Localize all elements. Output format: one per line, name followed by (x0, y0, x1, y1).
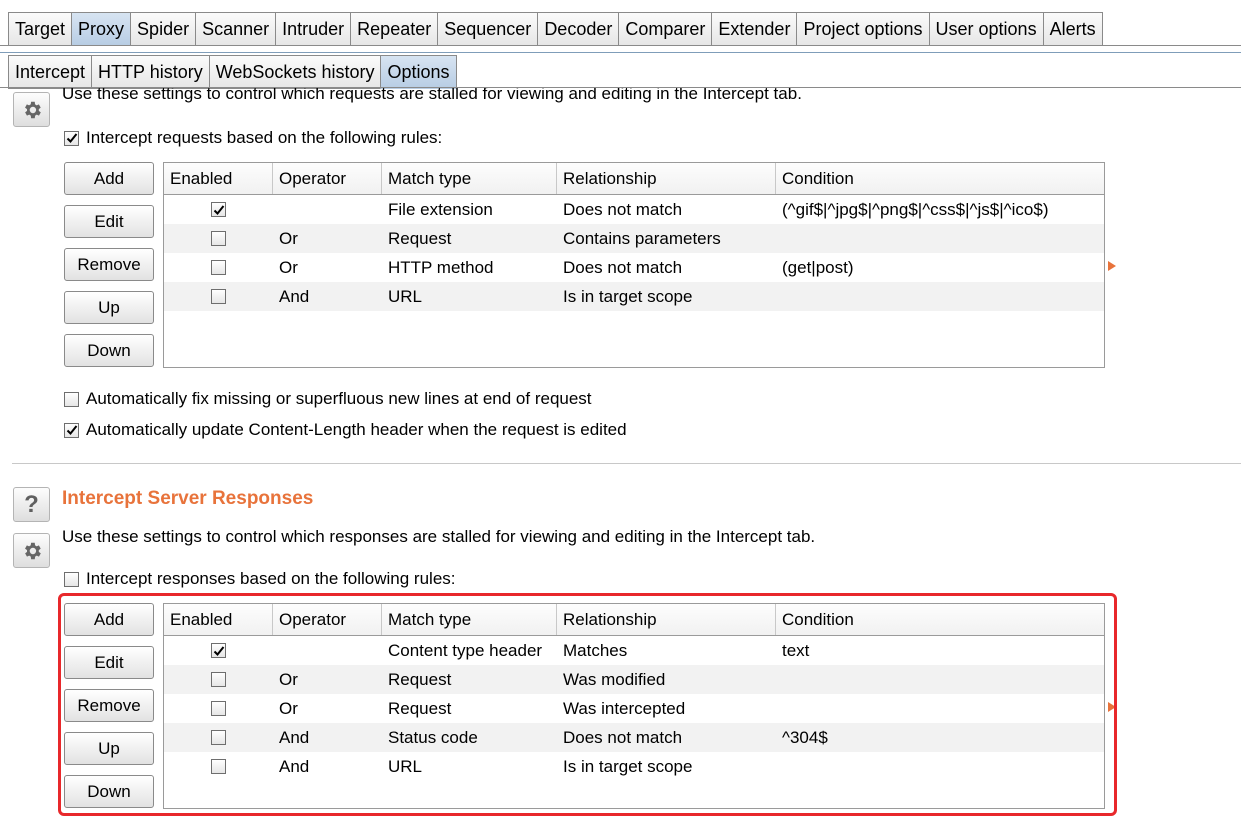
table-row[interactable]: And URL Is in target scope (164, 282, 1104, 311)
proxy-sub-tab-bar: Intercept HTTP history WebSockets history O… (0, 52, 1241, 89)
main-tab-row: Target Proxy Spider Scanner Intruder Repeater… (8, 12, 1103, 46)
responses-section-title: Intercept Server Responses (62, 488, 314, 509)
column-header[interactable]: Condition (776, 163, 1104, 194)
rule-relationship-cell: Does not match (563, 257, 683, 277)
up-request-rule-button[interactable]: Up (64, 291, 154, 324)
checkbox-icon[interactable] (64, 422, 79, 438)
table-header: Enabled Operator Match type Relationship Con… (164, 163, 1104, 195)
tab-repeater[interactable]: Repeater (350, 12, 438, 46)
remove-request-rule-button[interactable]: Remove (64, 248, 154, 281)
intercept-responses-checkbox[interactable]: Intercept responses based on the followi… (64, 569, 456, 589)
checkbox-icon[interactable] (64, 571, 79, 587)
column-header[interactable]: Enabled (164, 163, 273, 194)
main-tab-bar: Target Proxy Spider Scanner Intruder Repeater… (0, 0, 1241, 52)
rule-condition-cell: (^gif$|^jpg$|^png$|^css$|^js$|^ico$) (782, 199, 1049, 219)
update-content-length-checkbox[interactable]: Automatically update Content-Length head… (64, 420, 627, 440)
intercept-requests-label: Intercept requests based on the followin… (86, 128, 443, 147)
rule-match-type-cell: File extension (388, 199, 493, 219)
subtab-websockets-history[interactable]: WebSockets history (208, 55, 381, 89)
tab-alerts[interactable]: Alerts (1042, 12, 1103, 46)
tab-sequencer[interactable]: Sequencer (437, 12, 538, 46)
scroll-arrow-icon (1108, 261, 1116, 271)
settings-gear-icon[interactable] (13, 533, 50, 568)
rule-enabled-cell (164, 260, 273, 275)
section-divider (12, 463, 1241, 464)
highlight-annotation-box (58, 593, 1117, 816)
requests-description: Use these settings to control which requ… (62, 88, 802, 103)
sub-tab-row: Intercept HTTP history WebSockets history O… (8, 55, 457, 89)
rule-enabled-cell (164, 289, 273, 304)
tab-comparer[interactable]: Comparer (618, 12, 712, 46)
tab-decoder[interactable]: Decoder (537, 12, 619, 46)
update-content-length-label: Automatically update Content-Length head… (86, 420, 627, 439)
tab-target[interactable]: Target (8, 12, 72, 46)
tab-user-options[interactable]: User options (928, 12, 1043, 46)
fix-newlines-checkbox[interactable]: Automatically fix missing or superfluous… (64, 389, 592, 409)
checkbox-icon[interactable] (64, 130, 79, 146)
rule-operator-cell: And (279, 286, 310, 306)
rule-enabled-cell (164, 202, 273, 217)
intercept-requests-checkbox[interactable]: Intercept requests based on the followin… (64, 128, 442, 148)
rule-enabled-checkbox[interactable] (211, 231, 226, 246)
rule-operator-cell: Or (279, 228, 298, 248)
intercept-responses-label: Intercept responses based on the followi… (86, 569, 456, 588)
rule-enabled-checkbox[interactable] (211, 260, 226, 275)
rule-condition-cell: (get|post) (782, 257, 854, 277)
column-header[interactable]: Match type (382, 163, 557, 194)
rule-enabled-checkbox[interactable] (211, 289, 226, 304)
edit-request-rule-button[interactable]: Edit (64, 205, 154, 238)
rule-relationship-cell: Is in target scope (563, 286, 693, 306)
subtab-http-history[interactable]: HTTP history (91, 55, 209, 89)
help-icon[interactable]: ? (13, 487, 50, 522)
table-row[interactable]: File extension Does not match (^gif$|^jpg$… (164, 195, 1104, 224)
tab-proxy[interactable]: Proxy (71, 12, 131, 46)
rule-match-type-cell: HTTP method (388, 257, 494, 277)
subtab-options[interactable]: Options (380, 55, 457, 89)
help-glyph: ? (24, 490, 39, 518)
rule-match-type-cell: Request (388, 228, 452, 248)
request-rules-table: Enabled Operator Match type Relationship Con… (163, 162, 1105, 368)
rule-operator-cell: Or (279, 257, 298, 277)
table-row[interactable]: Or HTTP method Does not match (get|post) (164, 253, 1104, 282)
settings-gear-icon[interactable] (13, 92, 50, 127)
responses-description: Use these settings to control which resp… (62, 527, 816, 546)
tab-intruder[interactable]: Intruder (275, 12, 351, 46)
rule-relationship-cell: Does not match (563, 199, 683, 219)
tab-scanner[interactable]: Scanner (195, 12, 276, 46)
down-request-rule-button[interactable]: Down (64, 334, 154, 367)
rule-enabled-checkbox[interactable] (211, 202, 226, 217)
rule-relationship-cell: Contains parameters (563, 228, 721, 248)
tab-extender[interactable]: Extender (711, 12, 797, 46)
rule-match-type-cell: URL (388, 286, 423, 306)
tab-spider[interactable]: Spider (130, 12, 196, 46)
tab-project-options[interactable]: Project options (796, 12, 929, 46)
fix-newlines-label: Automatically fix missing or superfluous… (86, 389, 592, 408)
subtab-intercept[interactable]: Intercept (8, 55, 92, 89)
column-header[interactable]: Operator (273, 163, 382, 194)
rule-enabled-cell (164, 231, 273, 246)
table-row[interactable]: Or Request Contains parameters (164, 224, 1104, 253)
checkbox-icon[interactable] (64, 391, 79, 407)
column-header[interactable]: Relationship (557, 163, 776, 194)
add-request-rule-button[interactable]: Add (64, 162, 154, 195)
options-panel: Use these settings to control which requ… (0, 88, 1241, 817)
